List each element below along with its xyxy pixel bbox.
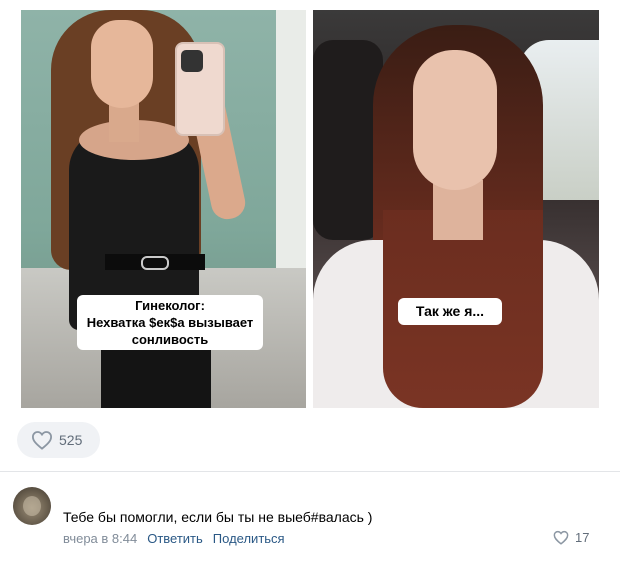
comment-meta: вчера в 8:44 Ответить Поделиться xyxy=(63,531,285,546)
comment-text: Тебе бы помогли, если бы ты не выеб#вала… xyxy=(63,509,373,525)
comment-like-button[interactable]: 17 xyxy=(553,530,589,545)
photo-right-caption: Так же я... xyxy=(398,298,502,325)
caption-line: Так же я... xyxy=(415,303,485,319)
photo-left[interactable]: Гинеколог: Нехватка $ек$а вызывает сонли… xyxy=(21,10,306,408)
comment-like-count: 17 xyxy=(575,530,590,545)
photo-left-caption: Гинеколог: Нехватка $ек$а вызывает сонли… xyxy=(77,295,263,350)
heart-outline-icon xyxy=(31,431,53,450)
reply-link[interactable]: Ответить xyxy=(147,531,203,546)
divider xyxy=(0,471,620,472)
heart-outline-icon xyxy=(553,530,569,545)
caption-line: Нехватка $ек$а вызывает xyxy=(86,315,254,330)
caption-line: сонливость xyxy=(131,332,209,347)
comment-time[interactable]: вчера в 8:44 xyxy=(63,531,137,546)
share-link[interactable]: Поделиться xyxy=(213,531,285,546)
photo-right[interactable]: Так же я... xyxy=(313,10,599,408)
post-like-count: 525 xyxy=(59,432,83,448)
post-like-button[interactable]: 525 xyxy=(17,422,100,458)
caption-line: Гинеколог: xyxy=(135,298,205,313)
avatar[interactable] xyxy=(13,487,51,525)
post-photos: Гинеколог: Нехватка $ек$а вызывает сонли… xyxy=(21,10,599,408)
